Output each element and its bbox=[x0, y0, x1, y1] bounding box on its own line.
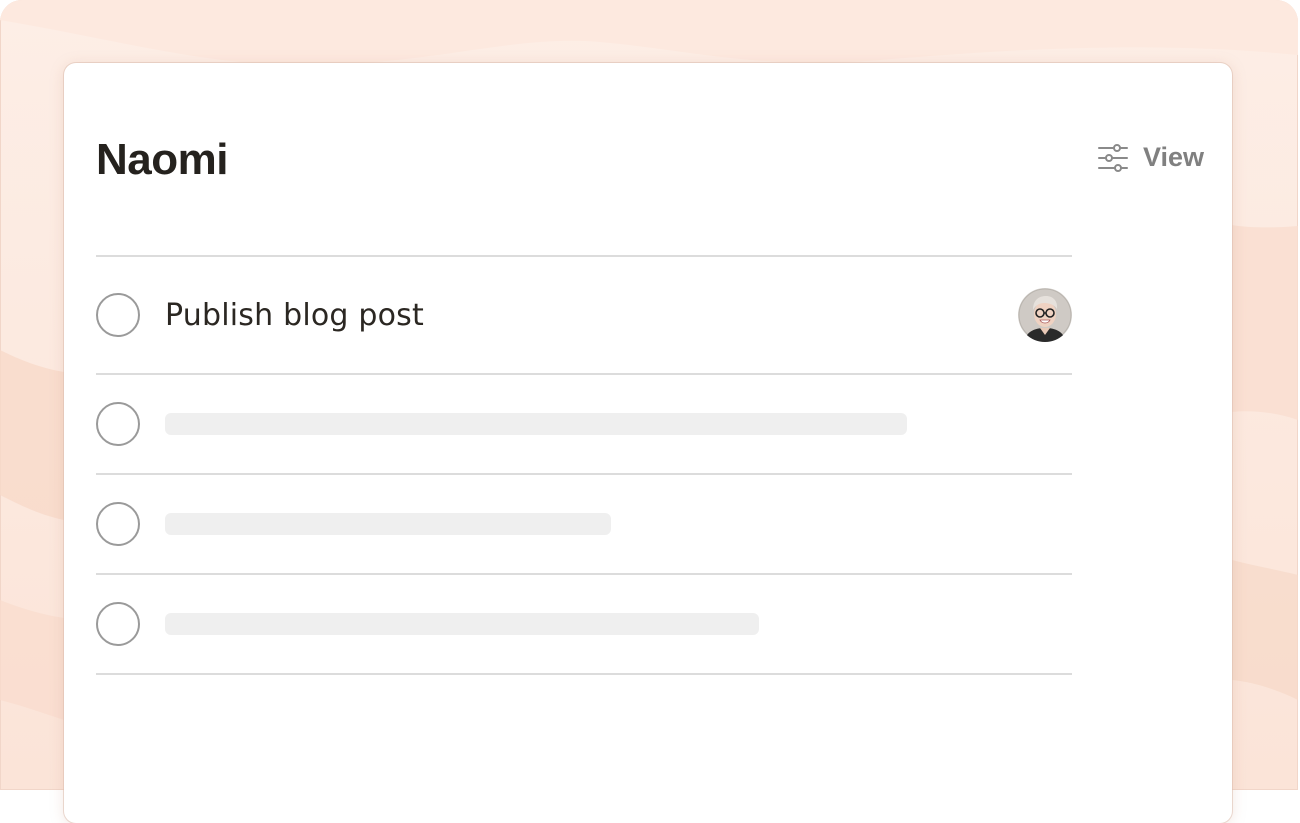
task-title[interactable]: Publish blog post bbox=[165, 298, 424, 333]
task-placeholder-bar bbox=[165, 613, 759, 635]
circle-checkbox-icon[interactable] bbox=[96, 602, 140, 646]
task-row[interactable] bbox=[96, 575, 1072, 675]
circle-checkbox-icon[interactable] bbox=[96, 502, 140, 546]
task-row[interactable] bbox=[96, 475, 1072, 575]
task-placeholder-bar bbox=[165, 413, 907, 435]
task-placeholder-bar bbox=[165, 513, 611, 535]
task-row[interactable] bbox=[96, 375, 1072, 475]
sliders-icon bbox=[1097, 143, 1129, 172]
view-button[interactable]: View bbox=[1097, 142, 1204, 173]
task-row[interactable]: Publish blog post bbox=[96, 257, 1072, 375]
page-title: Naomi bbox=[96, 135, 228, 184]
task-list: Publish blog post bbox=[96, 255, 1072, 675]
circle-checkbox-icon[interactable] bbox=[96, 293, 140, 337]
circle-checkbox-icon[interactable] bbox=[96, 402, 140, 446]
view-button-label: View bbox=[1142, 142, 1204, 172]
avatar[interactable] bbox=[1018, 288, 1072, 342]
